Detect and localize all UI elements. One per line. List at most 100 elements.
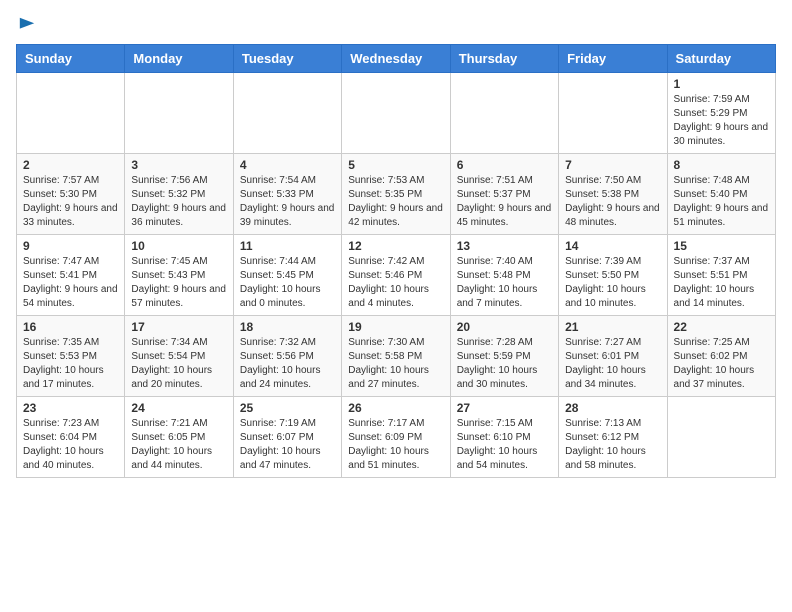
day-number: 28 xyxy=(565,401,660,415)
day-info: Sunrise: 7:30 AM Sunset: 5:58 PM Dayligh… xyxy=(348,336,443,392)
calendar-cell-w1d5: 7 Sunrise: 7:50 AM Sunset: 5:38 PM Daylig… xyxy=(559,154,667,235)
day-info: Sunrise: 7:54 AM Sunset: 5:33 PM Dayligh… xyxy=(240,174,335,230)
calendar-header-thursday: Thursday xyxy=(450,45,558,73)
day-number: 1 xyxy=(674,77,769,91)
calendar-header-saturday: Saturday xyxy=(667,45,775,73)
day-number: 11 xyxy=(240,239,335,253)
day-number: 6 xyxy=(457,158,552,172)
calendar-cell-w0d0 xyxy=(17,73,125,154)
calendar-cell-w4d4: 27 Sunrise: 7:15 AM Sunset: 6:10 PM Dayli… xyxy=(450,397,558,478)
calendar-cell-w3d6: 22 Sunrise: 7:25 AM Sunset: 6:02 PM Dayli… xyxy=(667,316,775,397)
calendar-cell-w1d1: 3Sunrise: 7:56 AM Sunset: 5:32 PM Daylig… xyxy=(125,154,233,235)
day-info: Sunrise: 7:59 AM Sunset: 5:29 PM Dayligh… xyxy=(674,93,769,149)
calendar-cell-w2d3: 12 Sunrise: 7:42 AM Sunset: 5:46 PM Dayli… xyxy=(342,235,450,316)
day-info: Sunrise: 7:51 AM Sunset: 5:37 PM Dayligh… xyxy=(457,174,552,230)
day-number: 5 xyxy=(348,158,443,172)
day-info: Sunrise: 7:28 AM Sunset: 5:59 PM Dayligh… xyxy=(457,336,552,392)
calendar-cell-w1d4: 6 Sunrise: 7:51 AM Sunset: 5:37 PM Daylig… xyxy=(450,154,558,235)
calendar-week-2: 9 Sunrise: 7:47 AM Sunset: 5:41 PM Daylig… xyxy=(17,235,776,316)
calendar-cell-w3d3: 19 Sunrise: 7:30 AM Sunset: 5:58 PM Dayli… xyxy=(342,316,450,397)
calendar-header-monday: Monday xyxy=(125,45,233,73)
calendar-cell-w4d5: 28 Sunrise: 7:13 AM Sunset: 6:12 PM Dayli… xyxy=(559,397,667,478)
calendar-header-tuesday: Tuesday xyxy=(233,45,341,73)
calendar-cell-w1d2: 4 Sunrise: 7:54 AM Sunset: 5:33 PM Daylig… xyxy=(233,154,341,235)
calendar-cell-w3d4: 20 Sunrise: 7:28 AM Sunset: 5:59 PM Dayli… xyxy=(450,316,558,397)
day-info: Sunrise: 7:37 AM Sunset: 5:51 PM Dayligh… xyxy=(674,255,769,311)
calendar-week-3: 16 Sunrise: 7:35 AM Sunset: 5:53 PM Dayli… xyxy=(17,316,776,397)
day-info: Sunrise: 7:57 AM Sunset: 5:30 PM Dayligh… xyxy=(23,174,118,230)
day-info: Sunrise: 7:23 AM Sunset: 6:04 PM Dayligh… xyxy=(23,417,118,473)
calendar-cell-w0d5 xyxy=(559,73,667,154)
day-info: Sunrise: 7:44 AM Sunset: 5:45 PM Dayligh… xyxy=(240,255,335,311)
calendar-cell-w1d0: 2 Sunrise: 7:57 AM Sunset: 5:30 PM Daylig… xyxy=(17,154,125,235)
calendar-cell-w3d2: 18 Sunrise: 7:32 AM Sunset: 5:56 PM Dayli… xyxy=(233,316,341,397)
calendar-week-1: 2 Sunrise: 7:57 AM Sunset: 5:30 PM Daylig… xyxy=(17,154,776,235)
calendar-cell-w2d2: 11 Sunrise: 7:44 AM Sunset: 5:45 PM Dayli… xyxy=(233,235,341,316)
calendar-header-friday: Friday xyxy=(559,45,667,73)
day-info: Sunrise: 7:25 AM Sunset: 6:02 PM Dayligh… xyxy=(674,336,769,392)
calendar-cell-w4d0: 23Sunrise: 7:23 AM Sunset: 6:04 PM Dayli… xyxy=(17,397,125,478)
calendar-cell-w3d1: 17Sunrise: 7:34 AM Sunset: 5:54 PM Dayli… xyxy=(125,316,233,397)
calendar-cell-w0d1 xyxy=(125,73,233,154)
day-info: Sunrise: 7:53 AM Sunset: 5:35 PM Dayligh… xyxy=(348,174,443,230)
calendar-header-sunday: Sunday xyxy=(17,45,125,73)
logo xyxy=(16,16,36,34)
calendar-cell-w1d6: 8 Sunrise: 7:48 AM Sunset: 5:40 PM Daylig… xyxy=(667,154,775,235)
day-number: 10 xyxy=(131,239,226,253)
day-info: Sunrise: 7:47 AM Sunset: 5:41 PM Dayligh… xyxy=(23,255,118,311)
day-number: 7 xyxy=(565,158,660,172)
day-info: Sunrise: 7:42 AM Sunset: 5:46 PM Dayligh… xyxy=(348,255,443,311)
calendar-header-wednesday: Wednesday xyxy=(342,45,450,73)
calendar-cell-w3d5: 21Sunrise: 7:27 AM Sunset: 6:01 PM Dayli… xyxy=(559,316,667,397)
day-number: 16 xyxy=(23,320,118,334)
day-info: Sunrise: 7:15 AM Sunset: 6:10 PM Dayligh… xyxy=(457,417,552,473)
calendar-cell-w4d6 xyxy=(667,397,775,478)
calendar-cell-w4d2: 25Sunrise: 7:19 AM Sunset: 6:07 PM Dayli… xyxy=(233,397,341,478)
calendar-cell-w3d0: 16 Sunrise: 7:35 AM Sunset: 5:53 PM Dayli… xyxy=(17,316,125,397)
day-info: Sunrise: 7:19 AM Sunset: 6:07 PM Dayligh… xyxy=(240,417,335,473)
day-info: Sunrise: 7:40 AM Sunset: 5:48 PM Dayligh… xyxy=(457,255,552,311)
day-number: 20 xyxy=(457,320,552,334)
day-info: Sunrise: 7:17 AM Sunset: 6:09 PM Dayligh… xyxy=(348,417,443,473)
day-info: Sunrise: 7:39 AM Sunset: 5:50 PM Dayligh… xyxy=(565,255,660,311)
day-number: 4 xyxy=(240,158,335,172)
logo-flag-icon xyxy=(18,16,36,34)
day-info: Sunrise: 7:35 AM Sunset: 5:53 PM Dayligh… xyxy=(23,336,118,392)
calendar-week-0: 1 Sunrise: 7:59 AM Sunset: 5:29 PM Daylig… xyxy=(17,73,776,154)
day-number: 27 xyxy=(457,401,552,415)
calendar-cell-w1d3: 5 Sunrise: 7:53 AM Sunset: 5:35 PM Daylig… xyxy=(342,154,450,235)
calendar-cell-w4d3: 26 Sunrise: 7:17 AM Sunset: 6:09 PM Dayli… xyxy=(342,397,450,478)
day-number: 18 xyxy=(240,320,335,334)
calendar-cell-w0d2 xyxy=(233,73,341,154)
calendar-cell-w0d3 xyxy=(342,73,450,154)
day-number: 13 xyxy=(457,239,552,253)
day-number: 9 xyxy=(23,239,118,253)
day-number: 24 xyxy=(131,401,226,415)
day-info: Sunrise: 7:34 AM Sunset: 5:54 PM Dayligh… xyxy=(131,336,226,392)
day-info: Sunrise: 7:45 AM Sunset: 5:43 PM Dayligh… xyxy=(131,255,226,311)
day-info: Sunrise: 7:21 AM Sunset: 6:05 PM Dayligh… xyxy=(131,417,226,473)
calendar-cell-w0d4 xyxy=(450,73,558,154)
page-header xyxy=(16,16,776,34)
day-number: 15 xyxy=(674,239,769,253)
calendar-cell-w2d0: 9 Sunrise: 7:47 AM Sunset: 5:41 PM Daylig… xyxy=(17,235,125,316)
day-info: Sunrise: 7:48 AM Sunset: 5:40 PM Dayligh… xyxy=(674,174,769,230)
day-info: Sunrise: 7:32 AM Sunset: 5:56 PM Dayligh… xyxy=(240,336,335,392)
day-number: 14 xyxy=(565,239,660,253)
day-number: 22 xyxy=(674,320,769,334)
day-number: 19 xyxy=(348,320,443,334)
day-number: 2 xyxy=(23,158,118,172)
day-info: Sunrise: 7:56 AM Sunset: 5:32 PM Dayligh… xyxy=(131,174,226,230)
day-info: Sunrise: 7:27 AM Sunset: 6:01 PM Dayligh… xyxy=(565,336,660,392)
day-info: Sunrise: 7:13 AM Sunset: 6:12 PM Dayligh… xyxy=(565,417,660,473)
day-number: 8 xyxy=(674,158,769,172)
calendar-cell-w2d1: 10 Sunrise: 7:45 AM Sunset: 5:43 PM Dayli… xyxy=(125,235,233,316)
day-number: 12 xyxy=(348,239,443,253)
calendar-cell-w0d6: 1 Sunrise: 7:59 AM Sunset: 5:29 PM Daylig… xyxy=(667,73,775,154)
calendar-header-row: SundayMondayTuesdayWednesdayThursdayFrid… xyxy=(17,45,776,73)
day-number: 26 xyxy=(348,401,443,415)
calendar-cell-w2d4: 13 Sunrise: 7:40 AM Sunset: 5:48 PM Dayli… xyxy=(450,235,558,316)
calendar-week-4: 23Sunrise: 7:23 AM Sunset: 6:04 PM Dayli… xyxy=(17,397,776,478)
calendar-table: SundayMondayTuesdayWednesdayThursdayFrid… xyxy=(16,44,776,478)
day-info: Sunrise: 7:50 AM Sunset: 5:38 PM Dayligh… xyxy=(565,174,660,230)
